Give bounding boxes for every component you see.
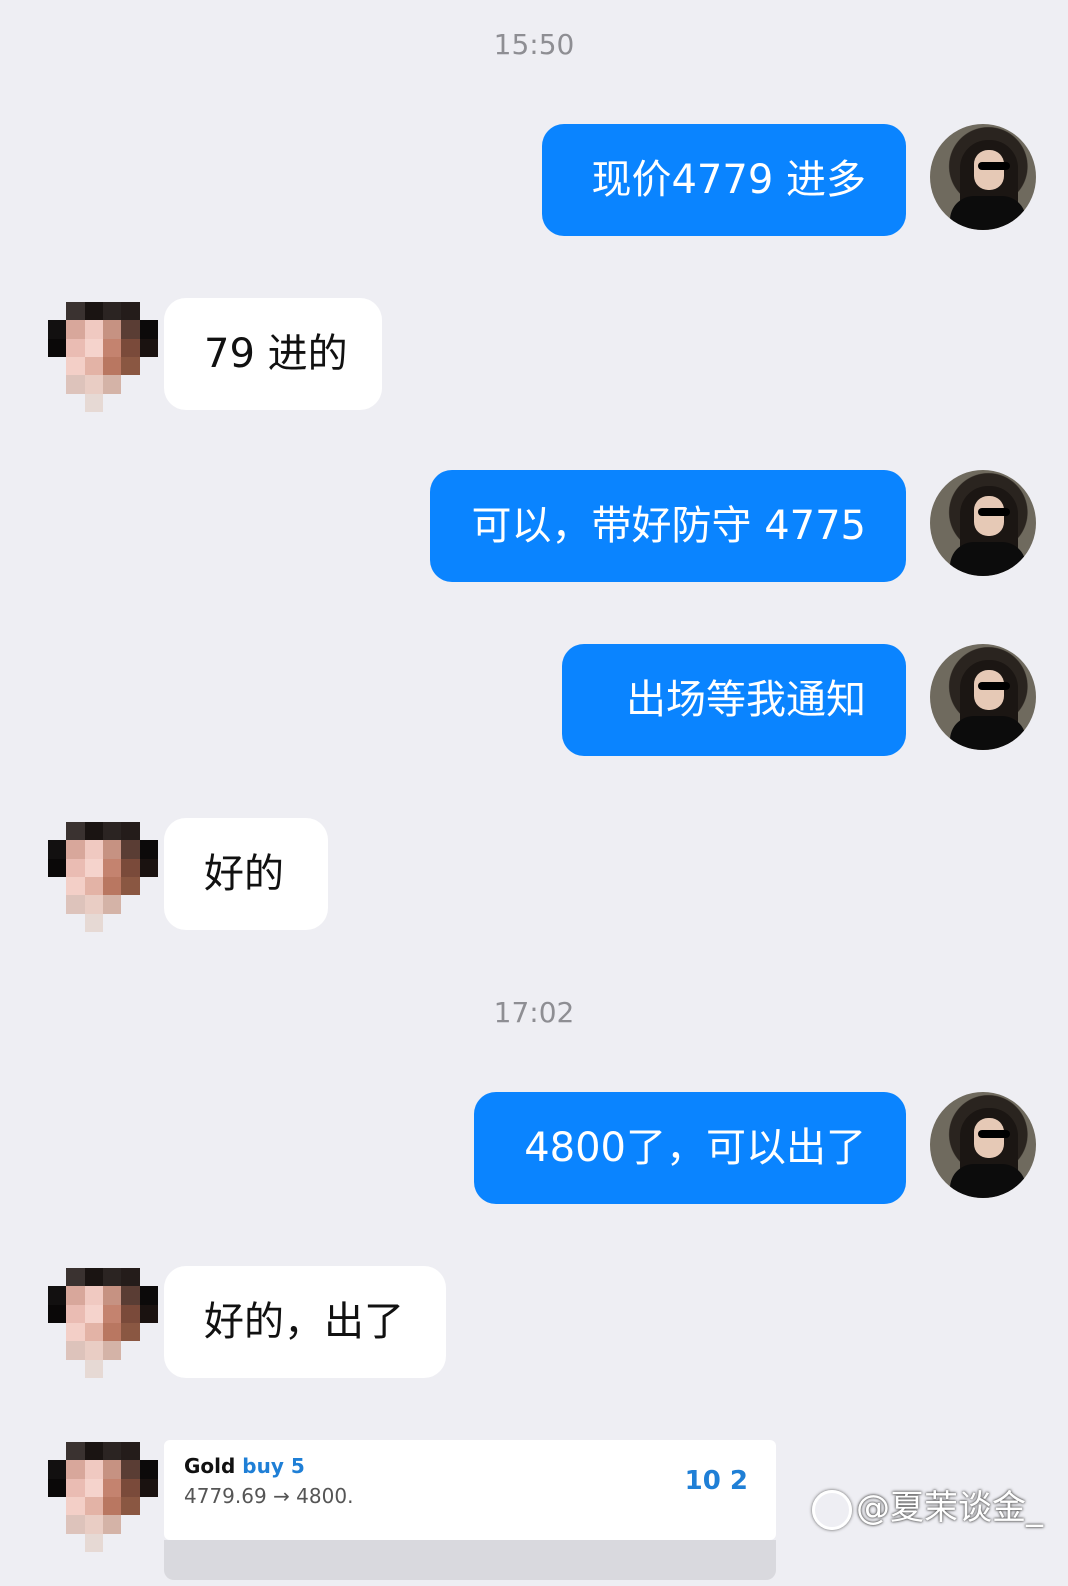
- message-text: 可以，带好防守 4775: [471, 503, 866, 549]
- message-bubble-sent[interactable]: 现价4779 进多: [542, 124, 906, 236]
- watermark: @夏茉谈金_: [812, 1480, 1043, 1530]
- message-bubble-sent[interactable]: 出场等我通知: [562, 644, 906, 756]
- watermark-text: @夏茉谈金_: [856, 1488, 1043, 1528]
- message-bubble-received[interactable]: 好的，出了: [164, 1266, 446, 1378]
- trade-instrument: Gold: [184, 1454, 236, 1478]
- avatar[interactable]: [930, 1092, 1036, 1198]
- message-bubble-received[interactable]: 79 进的: [164, 298, 382, 410]
- avatar[interactable]: [48, 1442, 158, 1552]
- avatar[interactable]: [48, 822, 158, 932]
- message-bubble-received[interactable]: 好的: [164, 818, 328, 930]
- message-text: 79 进的: [204, 331, 348, 377]
- timestamp: 17:02: [493, 996, 575, 1029]
- trade-prices: 4779.69 → 4800.: [184, 1484, 354, 1508]
- avatar[interactable]: [48, 1268, 158, 1378]
- message-text: 好的，出了: [204, 1299, 404, 1345]
- trade-title: Gold buy 5: [184, 1454, 305, 1478]
- card-footer: [164, 1540, 776, 1580]
- trade-side: buy 5: [242, 1454, 305, 1478]
- timestamp: 15:50: [493, 28, 575, 61]
- message-bubble-sent[interactable]: 4800了，可以出了: [474, 1092, 906, 1204]
- message-text: 4800了，可以出了: [524, 1125, 866, 1171]
- message-bubble-sent[interactable]: 可以，带好防守 4775: [430, 470, 906, 582]
- avatar[interactable]: [930, 644, 1036, 750]
- trade-pnl: 10 2: [684, 1466, 748, 1496]
- avatar[interactable]: [930, 470, 1036, 576]
- message-text: 现价4779 进多: [591, 157, 866, 203]
- message-text: 好的: [204, 851, 284, 897]
- weibo-icon: [812, 1489, 852, 1530]
- trade-screenshot-card[interactable]: Gold buy 5 4779.69 → 4800. 10 2: [164, 1440, 776, 1540]
- message-text: 出场等我通知: [626, 677, 866, 723]
- avatar[interactable]: [48, 302, 158, 412]
- avatar[interactable]: [930, 124, 1036, 230]
